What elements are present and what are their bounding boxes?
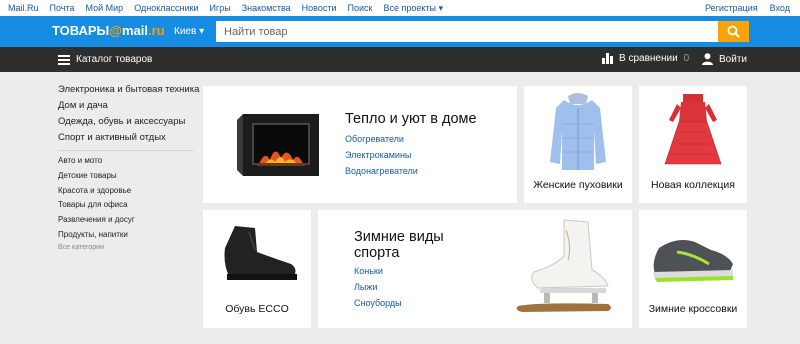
category-home-garden[interactable]: Дом и дача xyxy=(58,98,194,114)
category-sidebar: Электроника и бытовая техника Дом и дача… xyxy=(58,82,199,251)
link-mail[interactable]: Почта xyxy=(50,3,75,14)
link-all-projects[interactable]: Все проекты ▾ xyxy=(383,3,443,14)
register-link[interactable]: Регистрация xyxy=(705,3,758,13)
category-food[interactable]: Продукты, напитки xyxy=(58,228,194,243)
jackets-caption: Женские пуховики xyxy=(533,179,623,191)
compare-label: В сравнении xyxy=(619,53,678,64)
new-collection-caption: Новая коллекция xyxy=(651,179,735,191)
sneakers-caption: Зимние кроссовки xyxy=(648,303,738,315)
category-clothing[interactable]: Одежда, обувь и аксессуары xyxy=(58,114,194,130)
link-mailru[interactable]: Mail.Ru xyxy=(8,3,39,14)
category-office[interactable]: Товары для офиса xyxy=(58,198,194,213)
promo-card-sneakers[interactable]: Зимние кроссовки xyxy=(639,210,747,328)
link-water-heaters[interactable]: Водонагреватели xyxy=(345,163,418,179)
link-skates[interactable]: Коньки xyxy=(354,263,402,279)
jacket-image xyxy=(550,93,606,170)
menu-icon xyxy=(58,54,70,65)
search-header: ТОВАРЫ@mail.ru Киев ▾ xyxy=(0,16,800,47)
city-selector[interactable]: Киев ▾ xyxy=(174,26,204,37)
logo-mail: mail xyxy=(121,23,148,38)
ecco-caption: Обувь ECCO xyxy=(225,303,289,315)
logo[interactable]: ТОВАРЫ@mail.ru xyxy=(52,23,165,38)
logo-text: ТОВАРЫ xyxy=(52,23,110,38)
dress-image xyxy=(664,94,722,165)
search-input[interactable] xyxy=(216,21,718,42)
user-icon xyxy=(702,53,713,65)
promo-card-jackets[interactable]: Женские пуховики xyxy=(524,86,632,203)
logo-ru: .ru xyxy=(147,23,165,38)
link-my-world[interactable]: Мой Мир xyxy=(86,3,124,14)
logo-at: @ xyxy=(109,23,122,38)
navigation-bar: Каталог товаров В сравнении 0 Войти xyxy=(0,47,800,72)
warm-home-title: Тепло и уют в доме xyxy=(345,111,477,127)
category-electronics[interactable]: Электроника и бытовая техника xyxy=(58,82,199,98)
winter-sports-title-line2: спорта xyxy=(354,245,400,261)
winter-sports-title-line1: Зимние виды xyxy=(354,229,444,245)
top-links: Mail.Ru Почта Мой Мир Одноклассники Игры… xyxy=(8,3,443,14)
search-icon xyxy=(727,25,740,38)
all-categories-link[interactable]: Все категории xyxy=(58,244,194,251)
skate-image xyxy=(516,219,611,312)
category-entertainment[interactable]: Развлечения и досуг xyxy=(58,213,194,228)
link-electric-fireplaces[interactable]: Электрокамины xyxy=(345,147,418,163)
link-search[interactable]: Поиск xyxy=(348,3,373,14)
promo-card-winter-sports[interactable]: Зимние виды спорта Коньки Лыжи Сноуборды xyxy=(318,210,632,328)
fireplace-image xyxy=(237,114,319,176)
link-games[interactable]: Игры xyxy=(209,3,230,14)
promo-card-new-collection[interactable]: Новая коллекция xyxy=(639,86,747,203)
link-news[interactable]: Новости xyxy=(302,3,337,14)
link-dating[interactable]: Знакомства xyxy=(242,3,291,14)
category-auto[interactable]: Авто и мото xyxy=(58,154,194,169)
compare-count: 0 xyxy=(683,53,690,64)
link-skis[interactable]: Лыжи xyxy=(354,279,402,295)
bar-chart-icon xyxy=(602,53,613,64)
link-snowboards[interactable]: Сноуборды xyxy=(354,295,402,311)
login-link[interactable]: Вход xyxy=(770,3,790,13)
link-odnoklassniki[interactable]: Одноклассники xyxy=(134,3,198,14)
link-heaters[interactable]: Обогреватели xyxy=(345,131,418,147)
boot-image xyxy=(224,226,297,280)
sidebar-divider xyxy=(58,150,194,151)
login-label: Войти xyxy=(719,53,747,65)
category-kids[interactable]: Детские товары xyxy=(58,169,194,184)
promo-card-warm-home[interactable]: Тепло и уют в доме Обогреватели Электрок… xyxy=(203,86,517,203)
compare-button[interactable]: В сравнении 0 xyxy=(602,53,689,64)
promo-card-ecco[interactable]: Обувь ECCO xyxy=(203,210,311,328)
sneaker-image xyxy=(653,240,733,282)
login-button[interactable]: Войти xyxy=(702,53,747,65)
winter-sports-title: Зимние виды спорта xyxy=(354,229,444,261)
catalog-menu-button[interactable]: Каталог товаров xyxy=(58,54,152,65)
category-beauty[interactable]: Красота и здоровье xyxy=(58,184,194,199)
category-sport[interactable]: Спорт и активный отдых xyxy=(58,130,194,146)
top-links-bar: Mail.Ru Почта Мой Мир Одноклассники Игры… xyxy=(0,0,800,16)
search-button[interactable] xyxy=(718,21,749,42)
catalog-label: Каталог товаров xyxy=(76,54,153,65)
